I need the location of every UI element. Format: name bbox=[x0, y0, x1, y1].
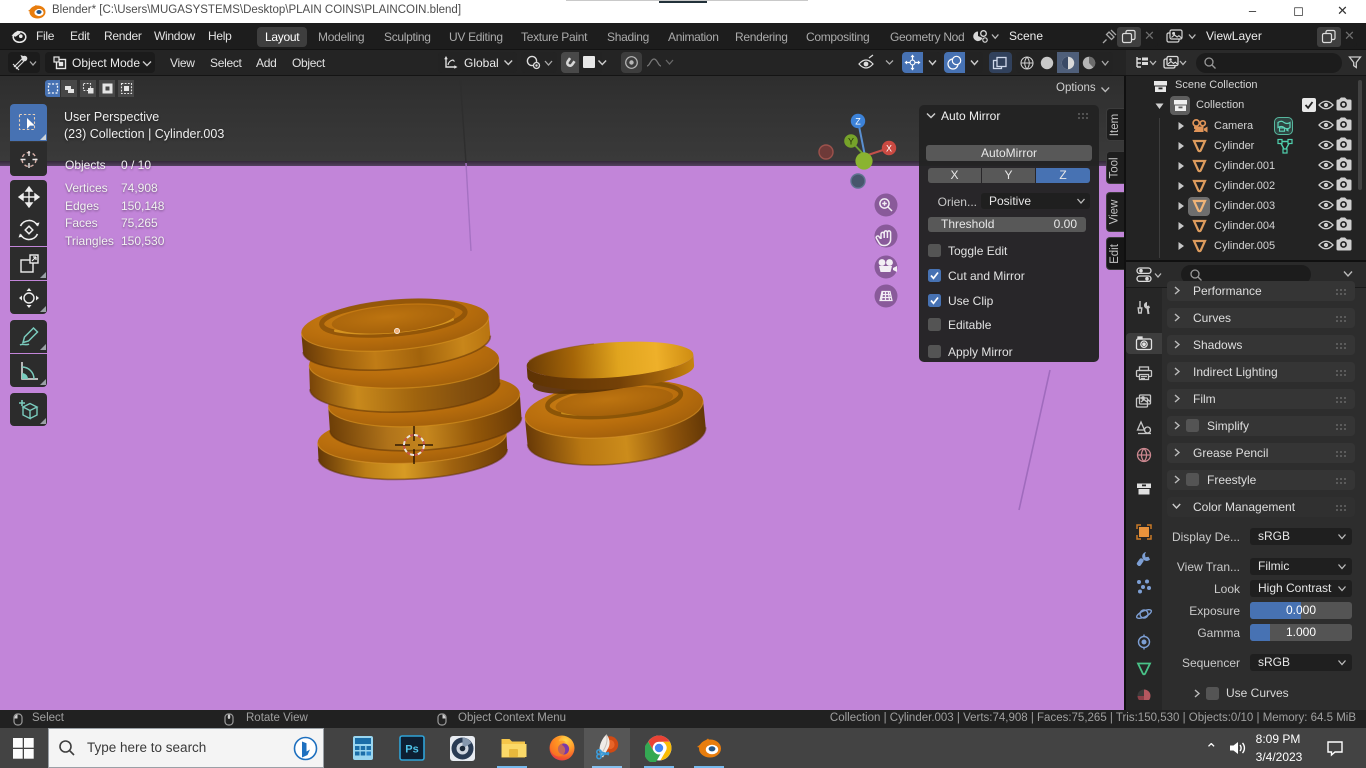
svg-text:Ps: Ps bbox=[405, 744, 418, 756]
svg-text:Z: Z bbox=[855, 116, 861, 126]
svg-text:Y: Y bbox=[848, 136, 854, 146]
svg-text:X: X bbox=[886, 143, 892, 153]
